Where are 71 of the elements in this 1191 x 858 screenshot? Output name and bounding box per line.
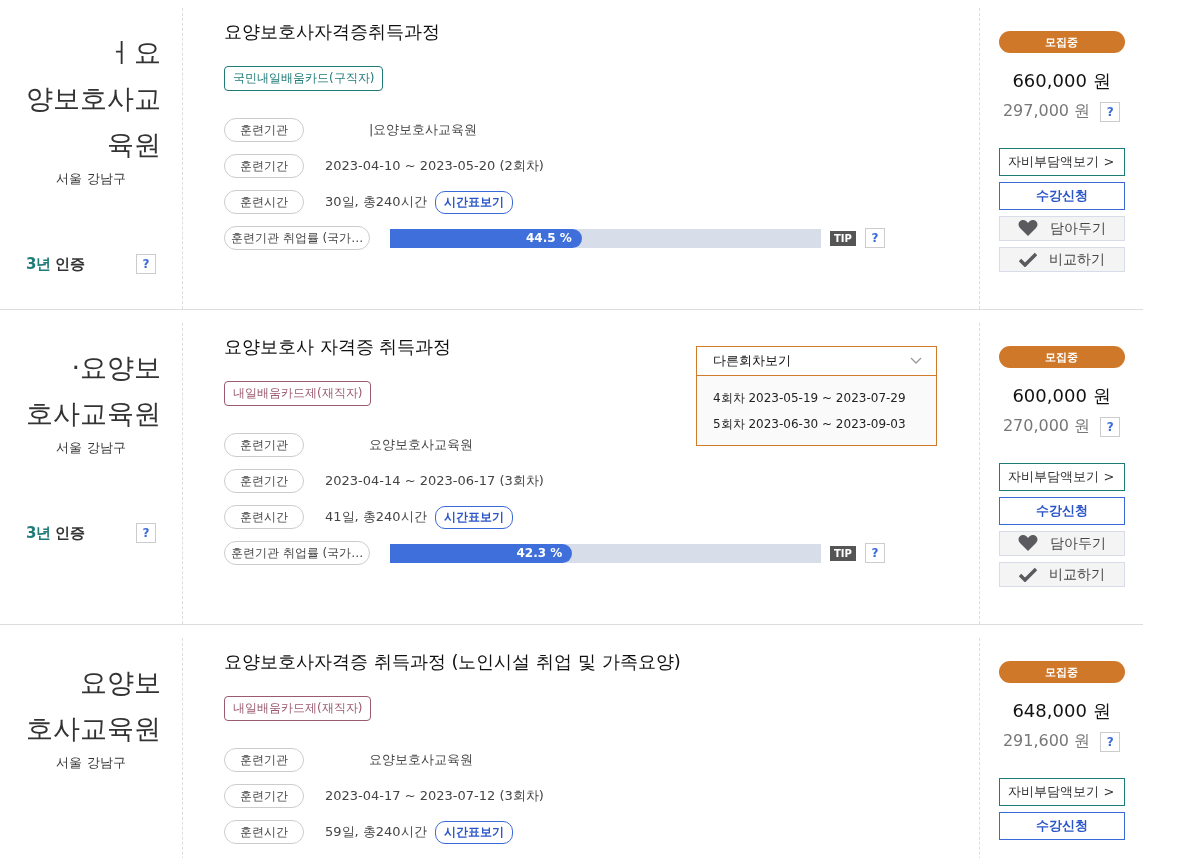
dropdown-label: 다른회차보기 (713, 352, 791, 370)
certification-years: 3년 (26, 254, 52, 274)
help-button[interactable]: ? (136, 254, 156, 274)
course-price: 660,000 원 (1012, 69, 1111, 93)
institution-name: 요양보호사교육원 (368, 436, 473, 454)
certification-label: 인증 (55, 523, 86, 543)
apply-button[interactable]: 수강신청 (998, 812, 1125, 840)
self-pay-price: 297,000 원 (1002, 101, 1091, 122)
status-badge: 모집중 (998, 31, 1125, 53)
compare-button[interactable]: 비교하기 (998, 247, 1125, 272)
course-title: 요양보호사자격증 취득과정 (노인시설 취업 및 가족요양) (224, 650, 682, 674)
institution-name: 요양보호사교육원 (368, 751, 473, 769)
session-option[interactable]: 5회차 2023-06-30 ~ 2023-09-03 (713, 411, 920, 437)
training-period: 2023-04-17 ~ 2023-07-12 (3회차) (325, 787, 544, 805)
training-hours: 41일, 총240시간 (325, 508, 427, 526)
status-badge: 모집중 (998, 661, 1125, 683)
heart-icon (1017, 535, 1038, 552)
card-type-tag: 내일배움카드제(재직자) (224, 381, 372, 406)
help-button[interactable]: ? (864, 228, 885, 248)
check-icon (1018, 252, 1037, 267)
status-badge: 모집중 (998, 346, 1125, 368)
self-pay-price: 270,000 원 (1002, 416, 1091, 437)
training-period: 2023-04-14 ~ 2023-06-17 (3회차) (325, 472, 544, 490)
certification-years: 3년 (26, 523, 52, 543)
save-button[interactable]: 담아두기 (998, 216, 1125, 241)
timetable-button[interactable]: 시간표보기 (434, 820, 513, 844)
institution-name: |요양보호사교육원 (368, 121, 478, 139)
help-button[interactable]: ? (1100, 416, 1121, 437)
self-pay-button[interactable]: 자비부담액보기 > (998, 778, 1125, 806)
timetable-button[interactable]: 시간표보기 (434, 190, 513, 214)
self-pay-button[interactable]: 자비부담액보기 > (998, 463, 1125, 491)
training-period: 2023-04-10 ~ 2023-05-20 (2회차) (325, 157, 544, 175)
region-label: 서울 강남구 (56, 170, 126, 188)
institution-logo-text: 호사교육원 (26, 397, 161, 431)
tip-badge[interactable]: TIP (830, 230, 856, 246)
institution-logo-text: ㅓ요 (107, 36, 161, 70)
course-title: 요양보호사 자격증 취득과정 (224, 335, 453, 359)
region-label: 서울 강남구 (56, 754, 126, 772)
tip-badge[interactable]: TIP (830, 545, 856, 561)
course-title: 요양보호사자격증취득과정 (224, 20, 441, 44)
institution-logo-text: 호사교육원 (26, 712, 161, 746)
other-sessions-dropdown[interactable]: 다른회차보기 4회차 2023-05-19 ~ 2023-07-29 5회차 2023-06-30 ~ 2023-09-03 (696, 346, 937, 446)
apply-button[interactable]: 수강신청 (998, 182, 1125, 210)
institution-logo-text: ·요양보 (71, 351, 161, 385)
check-icon (1018, 567, 1037, 582)
institution-logo-text: 요양보 (80, 666, 161, 700)
institution-logo-text: 육원 (107, 128, 161, 162)
heart-icon (1017, 220, 1038, 237)
region-label: 서울 강남구 (56, 439, 126, 457)
self-pay-price: 291,600 원 (1002, 731, 1091, 752)
course-price: 600,000 원 (1012, 384, 1111, 408)
help-button[interactable]: ? (1100, 101, 1121, 122)
compare-button[interactable]: 비교하기 (998, 562, 1125, 587)
employment-rate-value: 44.5 % (525, 231, 573, 245)
employment-rate-value: 42.3 % (516, 546, 564, 560)
certification-label: 인증 (55, 254, 86, 274)
training-hours: 30일, 총240시간 (325, 193, 427, 211)
timetable-button[interactable]: 시간표보기 (434, 505, 513, 529)
card-type-tag: 국민내일배움카드(구직자) (224, 66, 384, 91)
training-hours: 59일, 총240시간 (325, 823, 427, 841)
chevron-down-icon (910, 357, 922, 365)
self-pay-button[interactable]: 자비부담액보기 > (998, 148, 1125, 176)
session-option[interactable]: 4회차 2023-05-19 ~ 2023-07-29 (713, 385, 920, 411)
institution-logo-text: 양보호사교 (26, 82, 161, 116)
save-button[interactable]: 담아두기 (998, 531, 1125, 556)
course-price: 648,000 원 (1012, 699, 1111, 723)
help-button[interactable]: ? (136, 523, 156, 543)
card-type-tag: 내일배움카드제(재직자) (224, 696, 372, 721)
apply-button[interactable]: 수강신청 (998, 497, 1125, 525)
help-button[interactable]: ? (864, 543, 885, 563)
help-button[interactable]: ? (1100, 731, 1121, 752)
